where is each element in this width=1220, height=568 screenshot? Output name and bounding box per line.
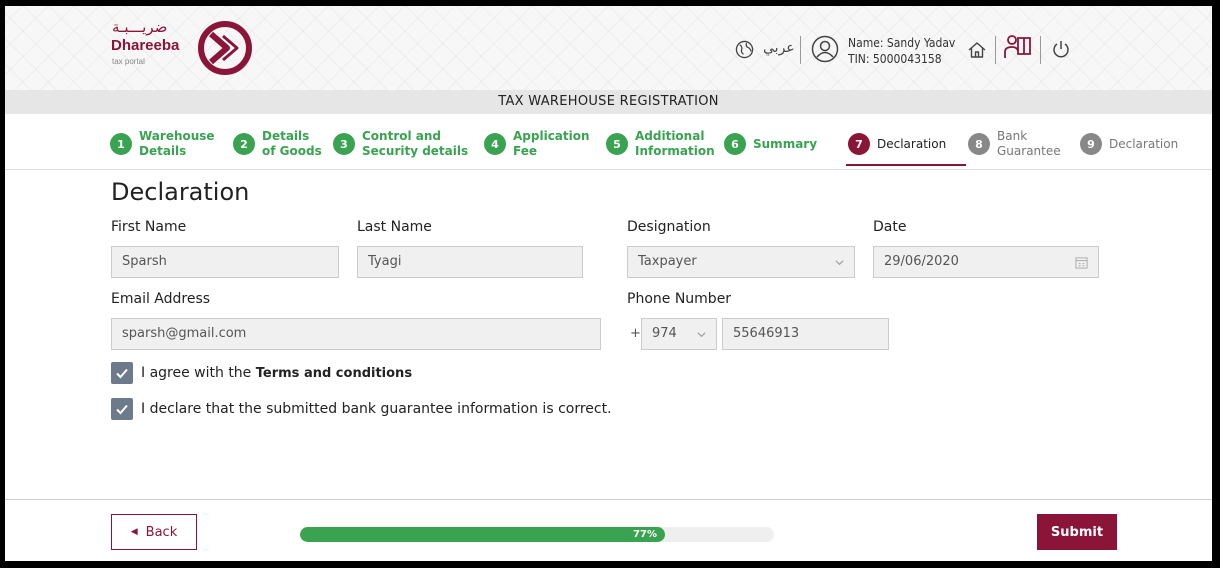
submit-button[interactable]: Submit <box>1037 514 1117 550</box>
designation-select[interactable]: Taxpayer <box>627 246 855 278</box>
divider <box>800 36 801 64</box>
checkmark-icon <box>116 404 128 415</box>
step-application-fee[interactable]: 4 Application Fee <box>484 126 590 162</box>
user-guide-icon[interactable] <box>1003 32 1033 62</box>
user-icon[interactable] <box>811 35 839 63</box>
step-number: 4 <box>484 133 506 155</box>
designation-label: Designation <box>627 219 711 235</box>
logo-tagline: tax portal <box>112 57 145 66</box>
language-toggle[interactable]: عربي <box>763 40 795 56</box>
step-label: Declaration <box>877 136 947 151</box>
email-label: Email Address <box>111 291 211 307</box>
designation-value: Taxpayer <box>638 254 697 269</box>
home-icon[interactable] <box>967 40 987 60</box>
divider <box>5 169 1212 170</box>
first-name-field[interactable]: Sparsh <box>111 246 339 278</box>
progress-text: 77% <box>633 529 657 540</box>
step-label: Declaration <box>1109 136 1179 151</box>
step-declaration-current[interactable]: 7 Declaration <box>848 126 946 162</box>
page-title: TAX WAREHOUSE REGISTRATION <box>5 90 1212 114</box>
step-number: 8 <box>968 133 990 155</box>
step-summary[interactable]: 6 Summary <box>724 126 817 162</box>
declare-checkbox[interactable] <box>111 398 133 420</box>
date-value: 29/06/2020 <box>884 254 959 269</box>
logo-arabic: ضريـــبـة <box>112 18 168 36</box>
back-arrow-icon: ◀ <box>130 527 138 537</box>
divider <box>995 36 996 64</box>
step-bank-guarantee[interactable]: 8 Bank Guarantee <box>968 126 1061 162</box>
country-code-select[interactable]: 974 <box>641 318 717 350</box>
step-label: Application Fee <box>513 129 590 158</box>
header: ضريـــبـة Dhareeba tax portal عربي Name:… <box>5 6 1212 90</box>
step-final-declaration[interactable]: 9 Declaration <box>1080 126 1178 162</box>
last-name-field[interactable]: Tyagi <box>357 246 583 278</box>
chevron-down-icon <box>697 332 706 338</box>
date-label: Date <box>873 219 907 235</box>
terms-label: I agree with the Terms and conditions <box>141 365 412 381</box>
phone-plus-sign: + <box>630 326 641 341</box>
step-number: 2 <box>233 133 255 155</box>
step-warehouse-details[interactable]: 1 Warehouse Details <box>110 126 215 162</box>
checkmark-icon <box>116 368 128 379</box>
active-step-indicator <box>846 164 966 166</box>
step-additional-information[interactable]: 5 Additional Information <box>606 126 715 162</box>
user-info: Name: Sandy Yadav TIN: 5000043158 <box>848 35 955 67</box>
country-code-value: 974 <box>652 326 677 341</box>
back-label: Back <box>145 524 178 540</box>
step-number: 1 <box>110 133 132 155</box>
last-name-label: Last Name <box>357 219 432 235</box>
terms-link[interactable]: Terms and conditions <box>256 366 412 381</box>
step-label: Summary <box>753 136 818 151</box>
divider <box>5 499 1212 500</box>
dhareeba-logo-icon <box>198 21 252 75</box>
declare-label: I declare that the submitted bank guaran… <box>141 401 612 417</box>
terms-checkbox[interactable] <box>111 362 133 384</box>
step-number: 7 <box>848 133 870 155</box>
step-label: Details of Goods <box>262 129 322 158</box>
chevron-down-icon <box>835 260 844 266</box>
step-number: 9 <box>1080 133 1102 155</box>
step-control-security[interactable]: 3 Control and Security details <box>333 126 468 162</box>
email-field[interactable]: sparsh@gmail.com <box>111 318 601 350</box>
stepper: 1 Warehouse Details 2 Details of Goods 3 C… <box>5 114 1212 170</box>
step-label: Warehouse Details <box>139 129 215 158</box>
phone-label: Phone Number <box>627 291 732 307</box>
step-label: Bank Guarantee <box>997 129 1061 158</box>
step-number: 6 <box>724 133 746 155</box>
form-heading: Declaration <box>111 178 250 206</box>
calendar-icon[interactable] <box>1075 256 1088 269</box>
globe-icon[interactable] <box>735 40 754 59</box>
logo-name: Dhareeba <box>111 37 180 54</box>
back-button[interactable]: ◀ Back <box>111 514 197 550</box>
user-name: Name: Sandy Yadav <box>848 36 956 50</box>
progress-bar: 77% <box>300 527 774 542</box>
terms-prefix: I agree with the <box>141 365 252 381</box>
power-icon[interactable] <box>1051 39 1071 59</box>
step-label: Control and Security details <box>362 129 469 158</box>
app-frame: ضريـــبـة Dhareeba tax portal عربي Name:… <box>5 6 1212 561</box>
date-field[interactable]: 29/06/2020 <box>873 246 1099 278</box>
user-tin: TIN: 5000043158 <box>848 52 942 66</box>
step-label: Additional Information <box>635 129 715 158</box>
step-number: 5 <box>606 133 628 155</box>
divider <box>1040 36 1041 64</box>
step-number: 3 <box>333 133 355 155</box>
phone-number-field[interactable]: 55646913 <box>722 318 889 350</box>
first-name-label: First Name <box>111 219 187 235</box>
step-details-of-goods[interactable]: 2 Details of Goods <box>233 126 322 162</box>
